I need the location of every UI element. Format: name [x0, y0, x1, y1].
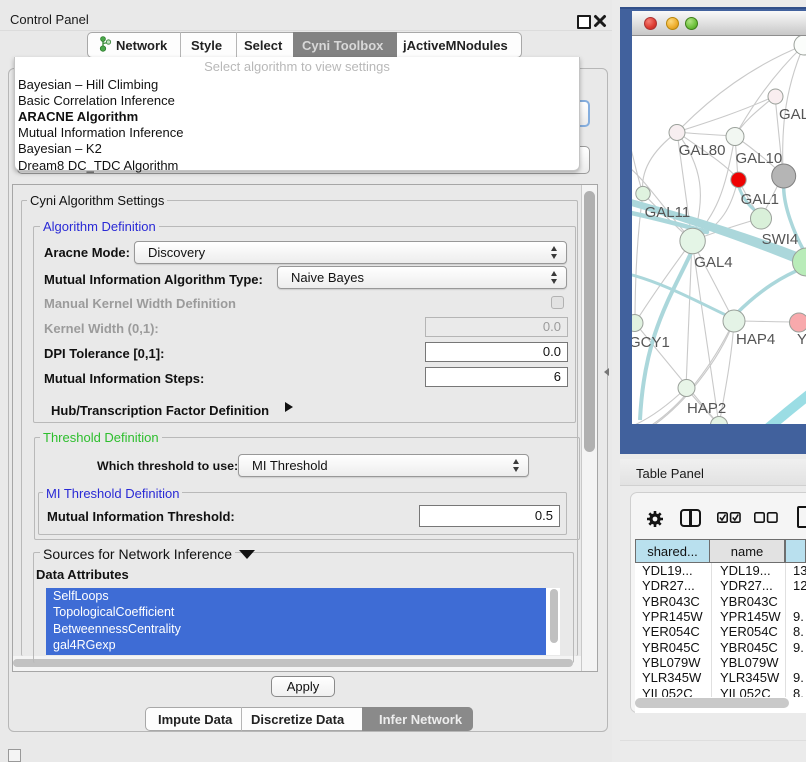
svg-text:HAP4: HAP4: [736, 331, 775, 348]
svg-text:GAL10: GAL10: [736, 150, 783, 167]
svg-text:GAL11: GAL11: [645, 204, 691, 221]
svg-text:SWI4: SWI4: [762, 231, 799, 248]
svg-text:GAL1: GAL1: [741, 191, 779, 208]
svg-text:GAL80: GAL80: [679, 142, 726, 159]
svg-text:GAL7: GAL7: [779, 106, 806, 123]
svg-text:Y: Y: [797, 331, 806, 348]
svg-text:GCY1: GCY1: [632, 334, 670, 351]
svg-text:HAP2: HAP2: [687, 400, 726, 417]
svg-text:GAL4: GAL4: [694, 254, 732, 271]
